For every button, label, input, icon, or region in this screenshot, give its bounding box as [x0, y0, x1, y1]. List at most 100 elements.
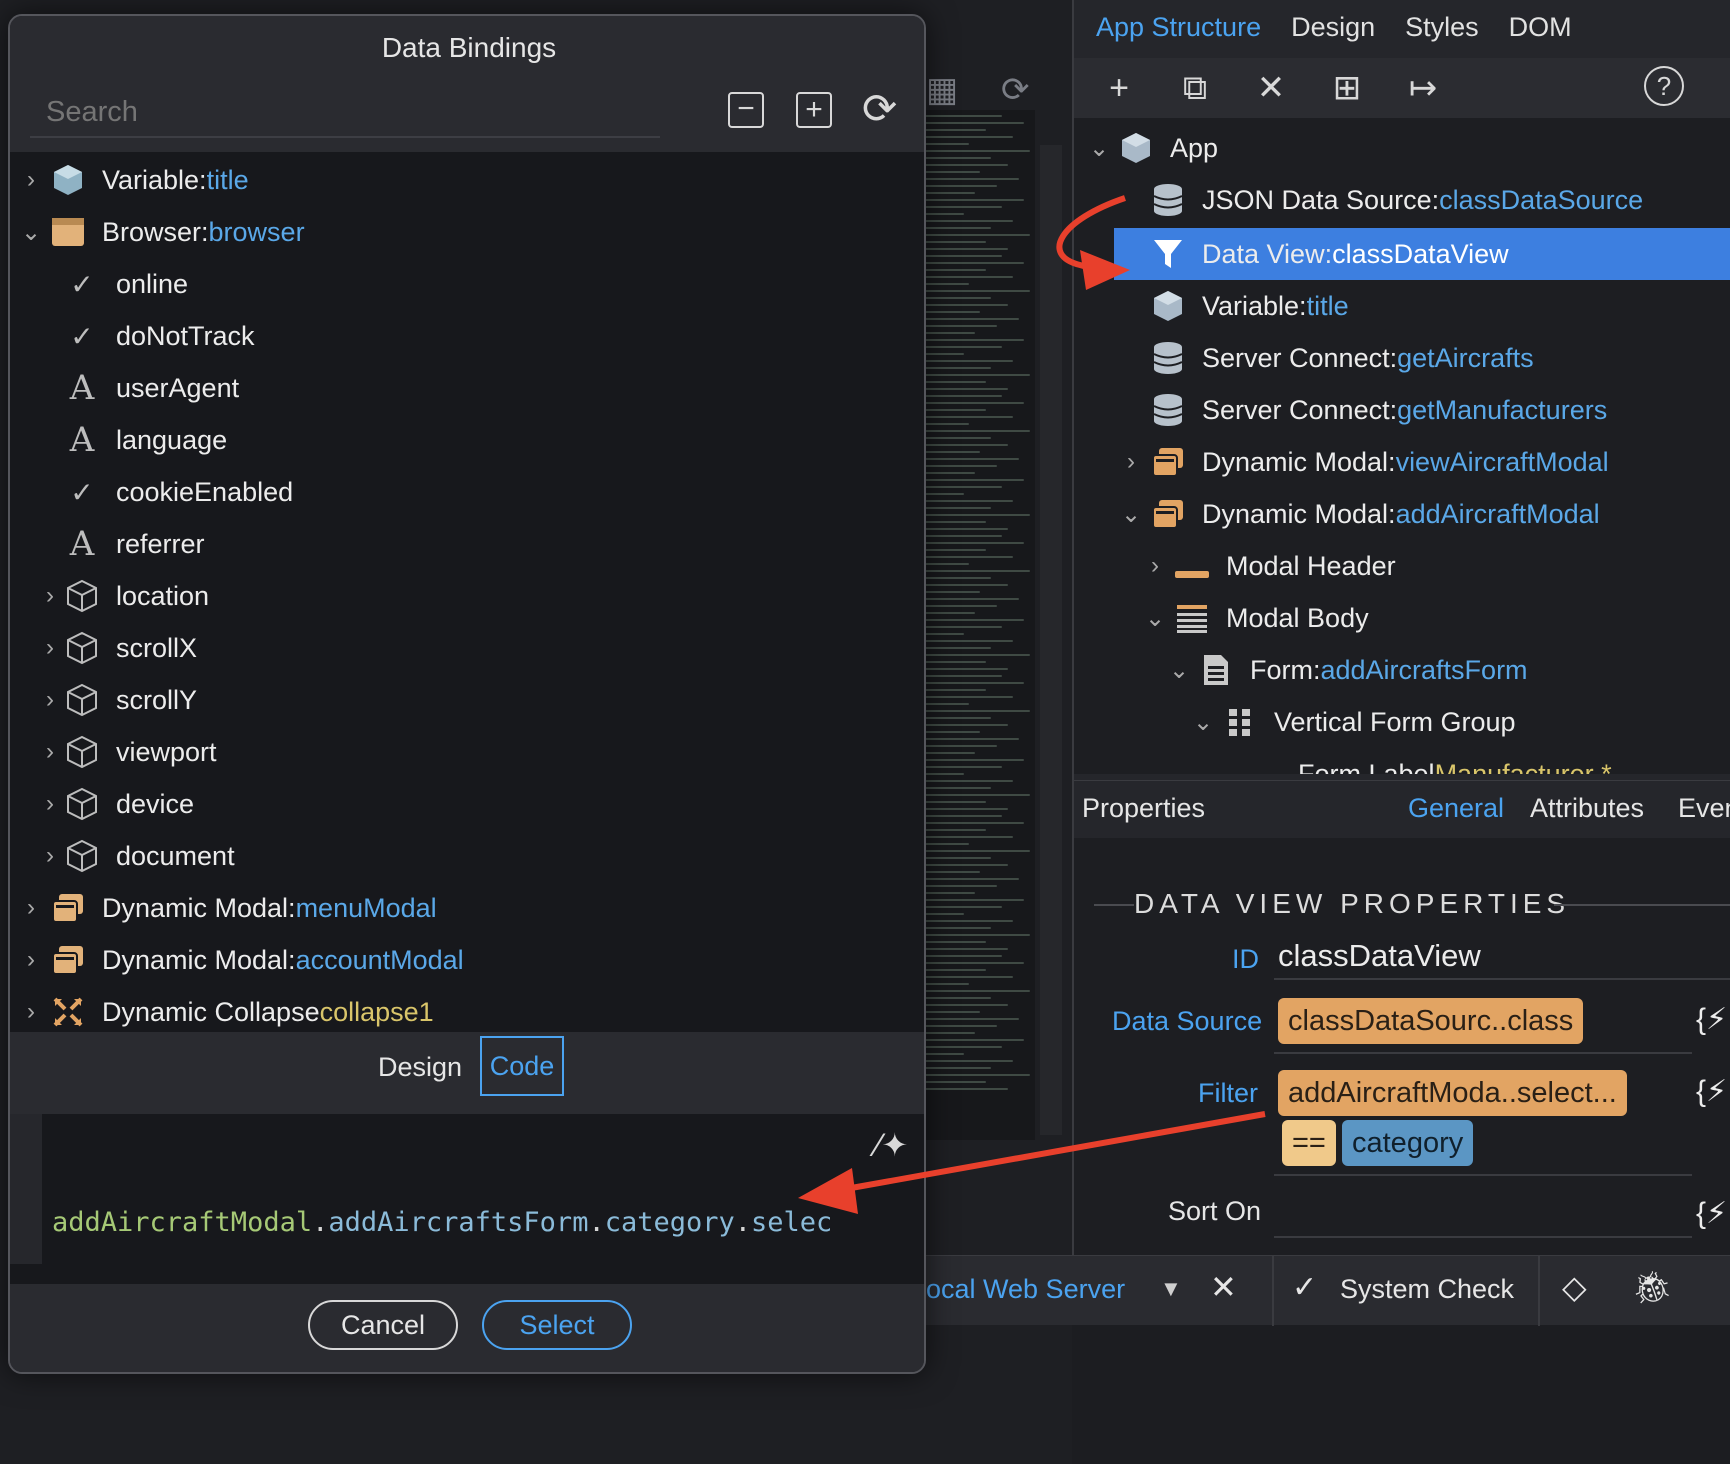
tree-item-dynamic-collapse[interactable]: › Dynamic Collapse collapse1 — [14, 986, 434, 1038]
tree-item-variable[interactable]: › Variable: title — [14, 154, 249, 206]
id-input[interactable]: classDataView — [1278, 938, 1481, 974]
search-input[interactable] — [30, 88, 660, 138]
tab-dom[interactable]: DOM — [1509, 12, 1572, 43]
binding-icon[interactable]: {⚡ — [1696, 1074, 1727, 1109]
refresh-icon[interactable]: ⟳ — [862, 84, 897, 133]
minimap-line — [925, 682, 1024, 684]
tree-item-device[interactable]: › device — [38, 778, 194, 830]
tab-events[interactable]: Even — [1678, 793, 1730, 824]
tree-item-form-group[interactable]: ⌄ Vertical Form Group — [1186, 696, 1516, 748]
tree-item-value: Manufacturer * — [1434, 758, 1612, 775]
system-check-button[interactable]: System Check — [1340, 1274, 1514, 1305]
chevron-right-icon[interactable]: › — [38, 790, 62, 818]
tree-item-online[interactable]: ✓ online — [62, 258, 188, 310]
tree-item-scrolly[interactable]: › scrollY — [38, 674, 197, 726]
minimap-line — [925, 1011, 980, 1013]
filter-rhs-pill[interactable]: category — [1342, 1120, 1474, 1166]
collapse-all-icon[interactable]: − — [728, 92, 764, 128]
tree-item-server-connect[interactable]: Server Connect: getAircrafts — [1114, 332, 1534, 384]
binding-icon[interactable]: {⚡ — [1696, 1002, 1727, 1037]
chevron-down-icon[interactable]: ⌄ — [1162, 656, 1196, 685]
tree-item-dynamic-modal[interactable]: ⌄ Dynamic Modal: addAircraftModal — [1114, 488, 1600, 540]
tab-design[interactable]: Design — [1291, 12, 1375, 43]
chevron-down-icon[interactable]: ⌄ — [1186, 708, 1220, 737]
tree-item-server-connect[interactable]: Server Connect: getManufacturers — [1114, 384, 1607, 436]
tree-item-label: scrollY — [116, 684, 198, 715]
chevron-right-icon[interactable]: › — [14, 166, 48, 194]
chevron-right-icon[interactable]: › — [38, 686, 62, 714]
magic-wand-icon[interactable]: ⁄✦ — [876, 1126, 908, 1164]
binding-icon[interactable]: {⚡ — [1696, 1196, 1727, 1231]
add-icon[interactable]: + — [1098, 69, 1140, 108]
bug-icon[interactable]: 🐞︎ — [1632, 1268, 1673, 1306]
tab-styles[interactable]: Styles — [1405, 12, 1479, 43]
filter-operator-pill[interactable]: == — [1282, 1120, 1336, 1166]
minimap-line — [925, 255, 1002, 257]
server-select[interactable]: ocal Web Server — [926, 1274, 1125, 1305]
tree-item-useragent[interactable]: A userAgent — [62, 362, 239, 414]
tab-attributes[interactable]: Attributes — [1530, 793, 1644, 824]
tree-item-app[interactable]: ⌄ App — [1082, 122, 1218, 174]
code-scrollbar[interactable] — [1040, 145, 1062, 1135]
tab-app-structure[interactable]: App Structure — [1096, 12, 1261, 43]
chevron-down-icon[interactable]: ⌄ — [1114, 500, 1148, 529]
tab-code[interactable]: Code — [480, 1036, 564, 1096]
refresh-icon[interactable]: ⟳ — [1001, 70, 1030, 110]
divider — [1538, 1256, 1540, 1326]
tree-item-scrollx[interactable]: › scrollX — [38, 622, 197, 674]
dropdown-caret-icon[interactable]: ▼ — [1160, 1276, 1182, 1302]
select-button[interactable]: Select — [482, 1300, 632, 1350]
status-bar: ocal Web Server ▼ ✕ ✓ System Check ◇ 🐞︎ — [920, 1255, 1730, 1326]
chevron-down-icon[interactable]: ⌄ — [1138, 604, 1172, 633]
wrap-icon[interactable]: ⊞ — [1326, 68, 1368, 108]
chevron-down-icon[interactable]: ⌄ — [1082, 134, 1116, 163]
data-source-pill[interactable]: classDataSourc..class — [1278, 998, 1584, 1044]
tree-item-document[interactable]: › document — [38, 830, 235, 882]
tree-item-browser[interactable]: ⌄ Browser: browser — [14, 206, 305, 258]
tree-item-variable[interactable]: Variable: title — [1114, 280, 1349, 332]
bindings-tree: › Variable: title ⌄ Browser: browser ✓ o… — [10, 152, 924, 1052]
tree-item-dynamic-modal[interactable]: › Dynamic Modal: accountModal — [14, 934, 464, 986]
delete-icon[interactable]: ✕ — [1250, 68, 1292, 108]
tree-item-modal-header[interactable]: › Modal Header — [1138, 540, 1396, 592]
tree-item-location[interactable]: › location — [38, 570, 209, 622]
chevron-right-icon[interactable]: › — [14, 998, 48, 1026]
tab-design[interactable]: Design — [378, 1052, 462, 1083]
chevron-right-icon[interactable]: › — [38, 634, 62, 662]
tree-item-referrer[interactable]: A referrer — [62, 518, 205, 570]
move-to-icon[interactable]: ↦ — [1402, 68, 1444, 108]
tree-item-form[interactable]: ⌄ Form: addAircraftsForm — [1162, 644, 1528, 696]
chevron-right-icon[interactable]: › — [38, 738, 62, 766]
chevron-right-icon[interactable]: › — [14, 946, 48, 974]
dialog-title: Data Bindings — [10, 16, 924, 80]
duplicate-icon[interactable]: ⧉ — [1174, 69, 1216, 108]
chevron-right-icon[interactable]: › — [1114, 448, 1148, 476]
cancel-button[interactable]: Cancel — [308, 1300, 458, 1350]
chevron-right-icon[interactable]: › — [38, 582, 62, 610]
tree-item-dynamic-modal[interactable]: › Dynamic Modal: menuModal — [14, 882, 437, 934]
help-icon[interactable]: ? — [1644, 66, 1684, 106]
tree-item-data-view[interactable]: Data View: classDataView — [1114, 228, 1730, 280]
qr-icon[interactable]: ▦ — [926, 70, 958, 110]
tree-item-modal-body[interactable]: ⌄ Modal Body — [1138, 592, 1369, 644]
tree-item-json-data-source[interactable]: JSON Data Source: classDataSource — [1114, 174, 1643, 226]
code-editor[interactable]: addAircraftModal.addAircraftsForm.catego… — [10, 1114, 924, 1352]
tree-item-dynamic-modal[interactable]: › Dynamic Modal: viewAircraftModal — [1114, 436, 1609, 488]
minimap-line — [925, 836, 1013, 838]
close-icon[interactable]: ✕ — [1210, 1268, 1237, 1306]
chevron-right-icon[interactable]: › — [14, 894, 48, 922]
eraser-icon[interactable]: ◇ — [1562, 1268, 1587, 1306]
minimap-line — [925, 451, 980, 453]
expand-all-icon[interactable]: + — [796, 92, 832, 128]
minimap-line — [925, 983, 969, 985]
chevron-right-icon[interactable]: › — [1138, 552, 1172, 580]
filter-expression-pill[interactable]: addAircraftModa..select... — [1278, 1070, 1627, 1116]
tree-item-form-label[interactable]: Form Label Manufacturer * — [1210, 748, 1612, 775]
tree-item-viewport[interactable]: › viewport — [38, 726, 217, 778]
chevron-down-icon[interactable]: ⌄ — [14, 218, 48, 247]
tree-item-cookieenabled[interactable]: ✓ cookieEnabled — [62, 466, 293, 518]
tree-item-language[interactable]: A language — [62, 414, 227, 466]
tab-general[interactable]: General — [1408, 793, 1504, 824]
tree-item-donottrack[interactable]: ✓ doNotTrack — [62, 310, 254, 362]
chevron-right-icon[interactable]: › — [38, 842, 62, 870]
